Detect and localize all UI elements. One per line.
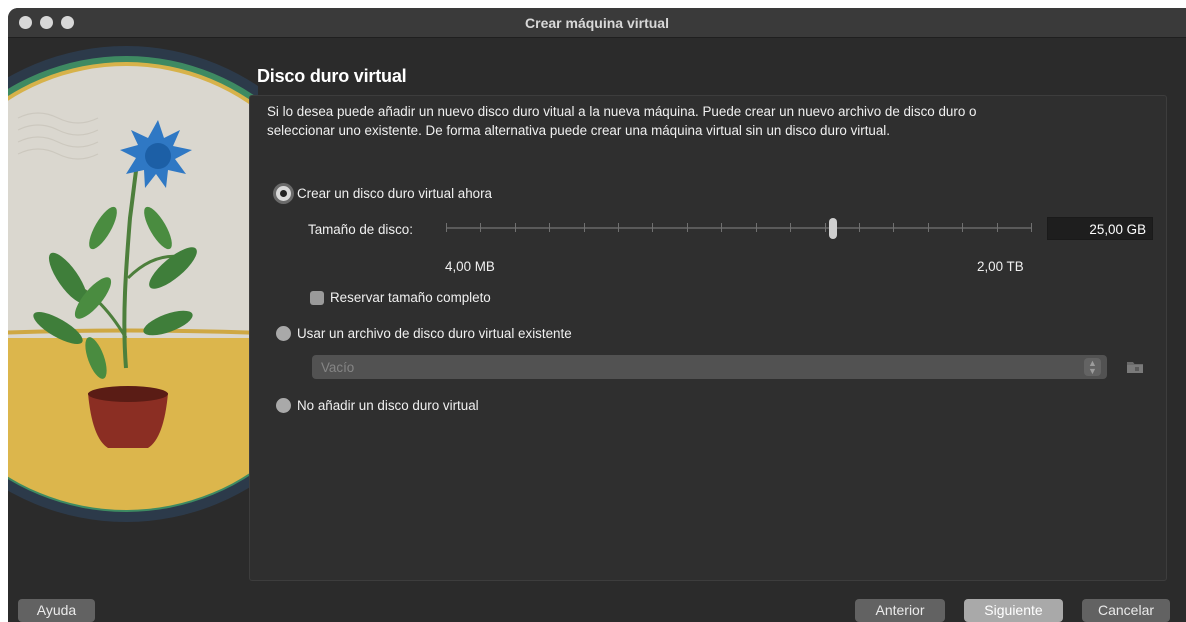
create-disk-label: Crear un disco duro virtual ahora bbox=[297, 186, 493, 201]
slider-tick bbox=[652, 223, 653, 232]
slider-thumb[interactable] bbox=[829, 218, 837, 239]
wizard-illustration bbox=[8, 38, 258, 598]
disk-size-input[interactable]: 25,00 GB bbox=[1047, 217, 1153, 240]
slider-tick bbox=[446, 223, 447, 232]
folder-icon[interactable] bbox=[1126, 358, 1144, 376]
chevron-up-down-icon: ▲ ▼ bbox=[1084, 358, 1101, 376]
no-disk-label: No añadir un disco duro virtual bbox=[297, 398, 479, 413]
use-existing-radio[interactable] bbox=[276, 326, 291, 341]
slider-tick bbox=[721, 223, 722, 232]
disk-size-label: Tamaño de disco: bbox=[308, 222, 413, 237]
slider-tick bbox=[549, 223, 550, 232]
cancel-button[interactable]: Cancelar bbox=[1082, 599, 1170, 622]
slider-tick bbox=[480, 223, 481, 232]
slider-max-label: 2,00 TB bbox=[977, 259, 1024, 274]
existing-disk-select[interactable]: Vacío ▲ ▼ bbox=[312, 355, 1107, 379]
no-disk-option[interactable]: No añadir un disco duro virtual bbox=[276, 398, 479, 413]
slider-tick bbox=[584, 223, 585, 232]
slider-tick bbox=[790, 223, 791, 232]
title-bar: Crear máquina virtual bbox=[8, 8, 1186, 38]
no-disk-radio[interactable] bbox=[276, 398, 291, 413]
slider-tick bbox=[1031, 223, 1032, 232]
page-title: Disco duro virtual bbox=[257, 66, 407, 86]
slider-tick bbox=[756, 223, 757, 232]
slider-tick bbox=[928, 223, 929, 232]
create-disk-option[interactable]: Crear un disco duro virtual ahora bbox=[276, 186, 492, 201]
slider-tick bbox=[515, 223, 516, 232]
preallocate-checkbox[interactable] bbox=[310, 290, 324, 305]
page-description: Si lo desea puede añadir un nuevo disco … bbox=[267, 104, 977, 138]
preallocate-label: Reservar tamaño completo bbox=[330, 290, 491, 305]
slider-tick bbox=[893, 223, 894, 232]
slider-tick bbox=[962, 223, 963, 232]
use-existing-option[interactable]: Usar un archivo de disco duro virtual ex… bbox=[276, 326, 572, 341]
slider-track bbox=[446, 227, 1032, 229]
disk-size-slider[interactable] bbox=[446, 216, 1032, 240]
slider-min-label: 4,00 MB bbox=[445, 259, 495, 274]
create-disk-radio[interactable] bbox=[276, 186, 291, 201]
slider-tick bbox=[825, 223, 826, 232]
help-button[interactable]: Ayuda bbox=[18, 599, 95, 622]
preallocate-option[interactable]: Reservar tamaño completo bbox=[310, 290, 491, 305]
window-title: Crear máquina virtual bbox=[525, 15, 669, 31]
slider-tick bbox=[618, 223, 619, 232]
existing-disk-value: Vacío bbox=[321, 360, 355, 375]
next-button[interactable]: Siguiente bbox=[964, 599, 1063, 622]
slider-tick bbox=[859, 223, 860, 232]
use-existing-label: Usar un archivo de disco duro virtual ex… bbox=[297, 326, 572, 341]
slider-tick bbox=[997, 223, 998, 232]
slider-tick bbox=[687, 223, 688, 232]
back-button[interactable]: Anterior bbox=[855, 599, 945, 622]
